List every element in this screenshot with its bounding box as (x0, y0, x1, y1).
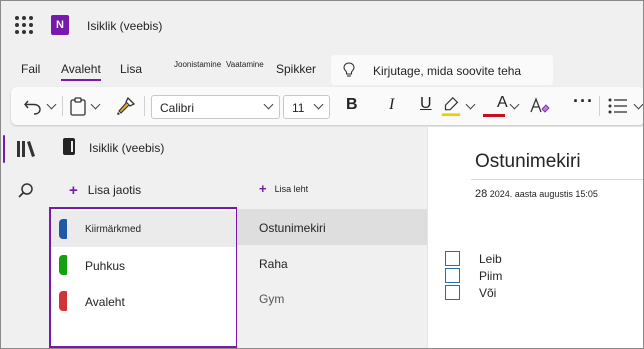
todo-item: Leib (445, 251, 625, 267)
page-title[interactable]: Ostunimekiri (475, 151, 581, 173)
title-bar: N Isiklik (veebis) (1, 1, 643, 51)
font-name-select[interactable]: Calibri (151, 95, 280, 119)
page-label: Gym (259, 292, 285, 306)
notebooks-button[interactable] (1, 129, 49, 169)
todo-item: Piim (445, 268, 625, 284)
page-item[interactable]: Gym (237, 280, 427, 316)
page-label: Raha (259, 257, 288, 271)
search-prompt: Kirjutage, mida soovite teha (373, 64, 522, 78)
font-size-select[interactable]: 11 (283, 95, 330, 119)
app-launcher-icon[interactable] (15, 16, 33, 34)
font-name-value: Calibri (160, 101, 195, 115)
page-canvas[interactable]: Ostunimekiri 28 2024. aasta augustis 15:… (427, 127, 643, 348)
tab-view[interactable]: Vaatamine (226, 60, 264, 69)
tell-me-search[interactable]: Kirjutage, mida soovite teha (331, 55, 553, 85)
section-item[interactable]: Avaleht (51, 283, 236, 319)
bullets-icon[interactable] (607, 95, 629, 117)
paste-dropdown-chevron-icon[interactable] (90, 99, 101, 110)
font-color-button[interactable]: A (497, 94, 508, 112)
bold-button[interactable]: B (346, 96, 358, 114)
undo-dropdown-chevron-icon[interactable] (46, 99, 57, 110)
highlight-dropdown-chevron-icon[interactable] (465, 99, 476, 110)
ribbon-divider (144, 96, 145, 116)
ribbon-divider (62, 96, 63, 116)
italic-button[interactable]: I (389, 96, 394, 114)
page-item[interactable]: Raha (237, 245, 427, 281)
section-item[interactable]: Puhkus (51, 247, 236, 283)
add-section-label: Lisa jaotis (87, 183, 142, 197)
todo-label[interactable]: Piim (479, 269, 502, 283)
notebook-name: Isiklik (veebis) (89, 141, 165, 155)
page-title-underline (471, 179, 643, 180)
section-color-tab-icon (59, 255, 67, 275)
section-label: Puhkus (85, 259, 126, 273)
underline-button[interactable]: U (420, 95, 432, 113)
notebook-icon (63, 138, 75, 155)
tab-home[interactable]: Avaleht (61, 62, 101, 81)
section-label: Avaleht (85, 295, 125, 309)
chevron-down-icon (263, 99, 274, 110)
more-options-button[interactable]: ··· (573, 91, 594, 112)
font-size-value: 11 (292, 101, 305, 115)
plus-icon: + (259, 181, 267, 196)
add-page-label: Lisa leht (274, 184, 309, 194)
plus-icon: + (69, 182, 78, 199)
search-icon (18, 183, 33, 198)
page-label: Ostunimekiri (259, 221, 326, 235)
notebook-header[interactable]: Isiklik (veebis) (49, 127, 427, 169)
undo-icon[interactable] (23, 95, 43, 117)
section-color-tab-icon (59, 291, 67, 311)
chevron-down-icon (313, 99, 324, 110)
sections-list: Kiirmärkmed Puhkus Avaleht (49, 207, 238, 348)
section-item[interactable]: Kiirmärkmed (51, 211, 236, 247)
add-page-button[interactable]: + Lisa leht (259, 181, 308, 196)
add-section-button[interactable]: + Lisa jaotis (69, 182, 141, 199)
clear-format-icon[interactable] (528, 95, 550, 117)
page-date-day: 28 (475, 188, 488, 200)
paste-icon[interactable] (69, 95, 87, 117)
page-date-rest: 2024. aasta augustis 15:05 (489, 189, 598, 199)
ribbon-divider (599, 96, 600, 116)
highlighter-icon[interactable] (439, 95, 463, 117)
todo-label[interactable]: Leib (479, 252, 502, 266)
font-color-swatch (483, 114, 505, 117)
page-date: 28 2024. aasta augustis 15:05 (475, 188, 598, 200)
ribbon-toolbar: Calibri 11 B I U A ··· (11, 87, 643, 125)
todo-item: Või (445, 285, 625, 301)
todo-label[interactable]: Või (479, 286, 496, 300)
tab-insert[interactable]: Lisa (120, 62, 142, 76)
page-item[interactable]: Ostunimekiri (237, 209, 427, 245)
pages-pane: + Lisa leht Ostunimekiri Raha Gym (237, 169, 427, 348)
lightbulb-icon (343, 62, 355, 77)
tab-help[interactable]: Spikker (276, 62, 316, 76)
ribbon-tabs: Fail Avaleht Lisa Joonistamine Vaatamine… (1, 51, 643, 85)
bullets-dropdown-chevron-icon[interactable] (633, 99, 643, 110)
search-button[interactable] (1, 173, 49, 209)
font-color-dropdown-chevron-icon[interactable] (509, 99, 520, 110)
notebook-title: Isiklik (veebis) (87, 19, 163, 33)
onenote-logo-icon: N (51, 15, 73, 35)
format-painter-icon[interactable] (115, 95, 137, 117)
section-label: Kiirmärkmed (85, 224, 142, 235)
section-color-tab-icon (59, 219, 67, 239)
todo-checkbox[interactable] (445, 285, 460, 300)
navigation-rail (1, 127, 49, 348)
todo-checkbox[interactable] (445, 268, 460, 283)
notebooks-icon (17, 141, 35, 157)
tab-draw[interactable]: Joonistamine (174, 60, 221, 69)
tab-file[interactable]: Fail (21, 62, 40, 76)
onenote-window: N Isiklik (veebis) Fail Avaleht Lisa Joo… (0, 0, 644, 349)
todo-checkbox[interactable] (445, 251, 460, 266)
